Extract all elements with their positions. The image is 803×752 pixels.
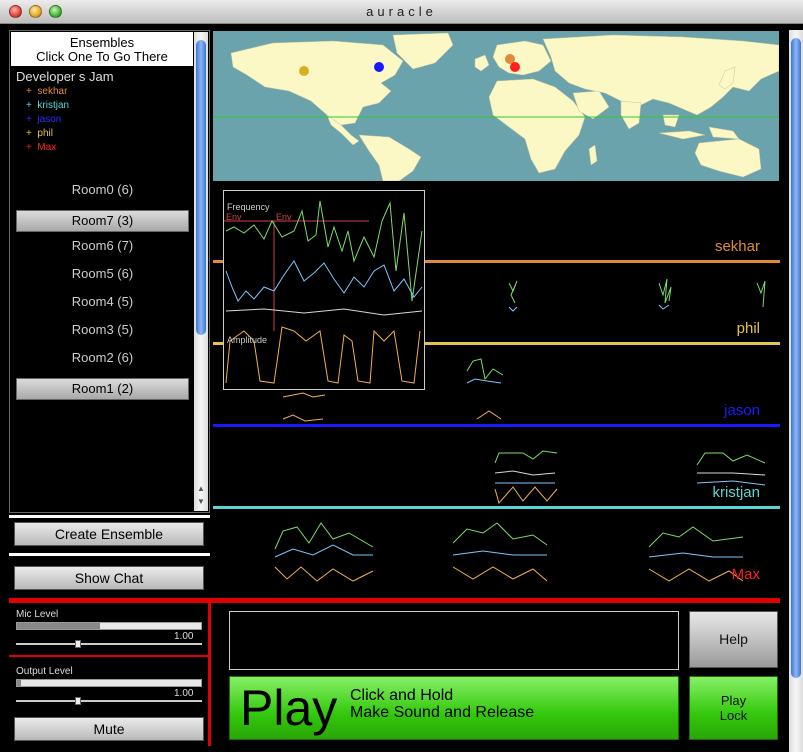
member-item: + phil	[26, 128, 53, 139]
lane-label-max: Max	[731, 566, 760, 583]
room-item-room6[interactable]: Room6 (7)	[16, 235, 189, 263]
ensembles-scrollbar[interactable]: ▲ ▼	[194, 32, 208, 511]
room-list: Room0 (6) Room7 (3) Room6 (7) Room5 (6) …	[16, 179, 189, 403]
room-item-room4[interactable]: Room4 (5)	[16, 291, 189, 319]
mic-level-slider[interactable]	[16, 643, 202, 645]
member-name: Max	[37, 142, 57, 153]
window-title: auracle	[366, 4, 437, 19]
member-name: sekhar	[37, 86, 68, 97]
lane-label-kristjan: kristjan	[712, 484, 760, 501]
visualization-panel: sekhar phil jason kristjan Max Frequency…	[213, 183, 780, 595]
message-display	[229, 611, 679, 670]
member-item: + sekhar	[26, 86, 68, 97]
lane-line-kristjan	[213, 506, 780, 509]
output-level-label: Output Level	[16, 666, 73, 677]
room-item-room2[interactable]: Room2 (6)	[16, 347, 189, 375]
room-item-room0[interactable]: Room0 (6)	[16, 179, 189, 207]
sound-inspector: Frequency Env Env Amplitude	[223, 190, 425, 390]
ensembles-header: Ensembles Click One To Go There	[11, 32, 193, 66]
frequency-label: Frequency	[227, 202, 270, 212]
play-lock-button[interactable]: Play Lock	[689, 676, 778, 740]
scroll-down-icon[interactable]: ▼	[196, 497, 206, 507]
help-button[interactable]: Help	[689, 611, 778, 668]
main-scrollbar[interactable]	[789, 30, 803, 752]
ensembles-panel: Ensembles Click One To Go There Develope…	[9, 30, 210, 513]
divider	[9, 515, 210, 518]
lane-label-jason: jason	[724, 402, 760, 419]
mic-level-value: 1.00	[174, 631, 194, 642]
red-divider-vertical	[208, 603, 211, 746]
ensembles-subtitle: Click One To Go There	[36, 49, 168, 64]
env-label: Env	[226, 212, 242, 222]
world-map-graphic	[213, 32, 779, 181]
mic-level-meter	[16, 622, 202, 630]
lane-label-phil: phil	[736, 320, 760, 337]
room-item-room7[interactable]: Room7 (3)	[16, 210, 189, 232]
world-map[interactable]	[213, 31, 779, 181]
play-hint-line2: Make Sound and Release	[350, 704, 535, 721]
title-bar: auracle	[0, 0, 803, 24]
room-item-room1[interactable]: Room1 (2)	[16, 378, 189, 400]
lane-line-jason	[213, 424, 780, 427]
scroll-up-icon[interactable]: ▲	[196, 484, 206, 494]
ensembles-title: Ensembles	[69, 35, 135, 50]
play-button[interactable]: Play Click and Hold Make Sound and Relea…	[229, 676, 679, 740]
inspector-traces	[224, 200, 423, 384]
map-marker-phil	[299, 66, 309, 76]
play-lock-line2: Lock	[719, 708, 748, 723]
divider	[9, 553, 210, 556]
map-marker-max	[510, 62, 520, 72]
mic-level-fill	[17, 623, 100, 629]
play-hint-line1: Click and Hold	[350, 687, 454, 704]
output-level-meter	[16, 679, 202, 687]
output-slider-knob[interactable]	[75, 697, 81, 705]
member-name: jason	[37, 114, 62, 125]
member-name: kristjan	[37, 100, 70, 111]
create-ensemble-button[interactable]: Create Ensemble	[14, 522, 204, 546]
member-list: + sekhar + kristjan + jason + phil + Max	[26, 85, 69, 155]
member-item: + jason	[26, 114, 62, 125]
room-item-room3[interactable]: Room3 (5)	[16, 319, 189, 347]
play-label: Play	[240, 680, 338, 736]
mic-level-label: Mic Level	[16, 609, 59, 620]
output-level-value: 1.00	[174, 688, 194, 699]
lane-label-sekhar: sekhar	[714, 238, 760, 255]
member-item: + kristjan	[26, 100, 70, 111]
mic-slider-knob[interactable]	[75, 640, 81, 648]
output-level-fill	[17, 680, 21, 686]
output-level-slider[interactable]	[16, 700, 202, 702]
env-label: Env	[276, 212, 292, 222]
scroll-thumb[interactable]	[791, 38, 801, 678]
red-divider	[9, 598, 780, 603]
mute-button[interactable]: Mute	[14, 717, 204, 741]
current-ensemble[interactable]: Developer s Jam	[16, 69, 114, 84]
scroll-thumb[interactable]	[196, 40, 206, 335]
play-hint: Click and Hold Make Sound and Release	[350, 687, 534, 721]
amplitude-label: Amplitude	[227, 335, 268, 345]
room-item-room5[interactable]: Room5 (6)	[16, 263, 189, 291]
map-marker-jason	[374, 62, 384, 72]
show-chat-button[interactable]: Show Chat	[14, 566, 204, 590]
member-name: phil	[37, 128, 53, 139]
member-item: + Max	[26, 142, 57, 153]
red-divider-levels	[9, 655, 208, 657]
play-lock-line1: Play	[720, 693, 747, 708]
